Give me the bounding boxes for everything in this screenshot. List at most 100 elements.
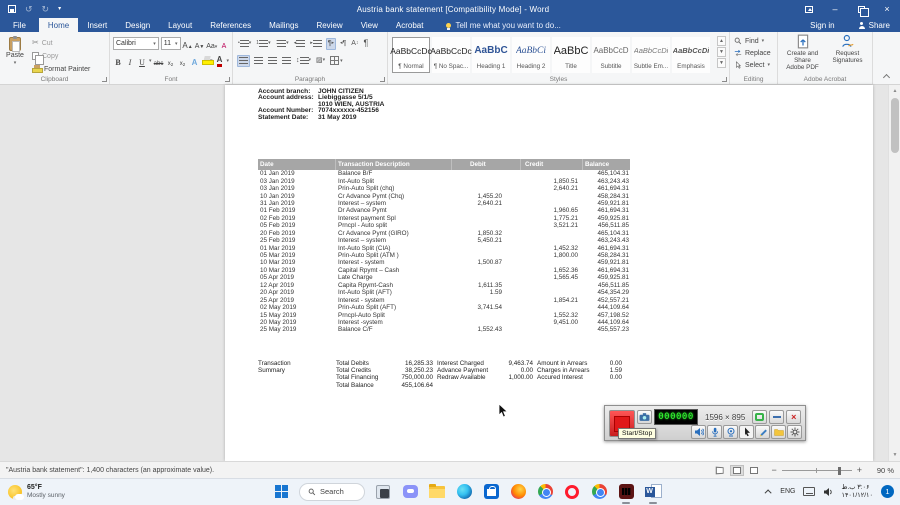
weather-widget[interactable]: 65°F Mostly sunny — [0, 484, 120, 500]
line-spacing-button[interactable]: ↕ ▾ — [295, 55, 312, 67]
read-mode-button[interactable] — [713, 465, 727, 476]
firefox-button[interactable] — [509, 483, 527, 501]
chat-button[interactable] — [401, 483, 419, 501]
text-highlight-button[interactable] — [201, 55, 215, 66]
shading-button[interactable]: ▨ ▾ — [315, 55, 326, 67]
zoom-slider-thumb[interactable] — [837, 466, 841, 475]
styles-scroll-down-icon[interactable]: ▼ — [717, 47, 726, 57]
align-center-button[interactable] — [253, 55, 264, 67]
text-effects-button[interactable]: A — [190, 54, 200, 67]
font-color-dropdown-icon[interactable]: ▾ — [226, 58, 229, 64]
show-marks-button[interactable]: ¶ — [362, 38, 369, 50]
cursor-capture-button[interactable] — [739, 425, 754, 439]
opera-button[interactable] — [563, 483, 581, 501]
superscript-button[interactable]: x2 — [178, 54, 188, 67]
copy-button[interactable]: Copy — [30, 50, 92, 65]
chrome-button[interactable] — [590, 483, 608, 501]
microsoft-store-button[interactable] — [482, 483, 500, 501]
format-painter-button[interactable]: Format Painter — [30, 63, 92, 75]
font-size-combo[interactable]: 11 ▾ — [160, 37, 181, 50]
zoom-slider[interactable] — [781, 466, 852, 475]
customize-quick-access-icon[interactable]: ▾ — [58, 6, 61, 12]
underline-dropdown-icon[interactable]: ▾ — [149, 58, 152, 64]
print-layout-button[interactable] — [730, 464, 745, 476]
italic-button[interactable]: I — [125, 54, 135, 67]
recorder-settings-button[interactable] — [787, 425, 802, 439]
style-card-subtle-em-[interactable]: AaBbCcDi Subtle Em... — [632, 37, 670, 73]
ribbon-display-options-icon[interactable] — [796, 0, 822, 18]
subscript-button[interactable]: x2 — [166, 54, 176, 67]
webcam-toggle-button[interactable] — [723, 425, 738, 439]
font-name-combo[interactable]: Calibri ▾ — [113, 37, 159, 50]
strikethrough-button[interactable]: abc — [154, 54, 164, 67]
notification-badge[interactable]: 1 — [881, 485, 894, 498]
style-card-title[interactable]: AaBbC Title — [552, 37, 590, 73]
multilevel-list-button[interactable]: ⁚▾ — [275, 38, 290, 50]
font-dialog-launcher-icon[interactable] — [225, 77, 230, 82]
scroll-up-icon[interactable]: ▲ — [889, 85, 900, 97]
scroll-down-icon[interactable]: ▼ — [889, 449, 900, 461]
select-button[interactable]: Select ▾ — [734, 59, 777, 71]
volume-icon[interactable] — [823, 487, 833, 497]
minimize-icon[interactable]: – — [822, 0, 848, 18]
save-icon[interactable] — [8, 5, 16, 13]
start-button[interactable] — [272, 483, 290, 501]
recorder-close-button[interactable]: × — [786, 410, 802, 424]
annotate-pencil-button[interactable] — [755, 425, 770, 439]
zoom-level[interactable]: 90 % — [870, 466, 894, 475]
clear-formatting-button[interactable]: A — [219, 37, 229, 50]
tab-review[interactable]: Review — [307, 18, 351, 32]
find-button[interactable]: Find ▾ — [734, 35, 777, 47]
microphone-toggle-button[interactable] — [707, 425, 722, 439]
style-card-heading-1[interactable]: AaBbC Heading 1 — [472, 37, 510, 73]
paste-dropdown-icon[interactable]: ▾ — [14, 60, 17, 66]
change-case-button[interactable]: Aa ▾ — [206, 37, 217, 50]
replace-button[interactable]: Replace — [734, 47, 777, 59]
edge-button[interactable] — [455, 483, 473, 501]
bullets-button[interactable]: •▾ — [237, 38, 252, 50]
justify-button[interactable] — [281, 55, 292, 67]
right-to-left-button[interactable]: ◂ ¶ — [339, 38, 347, 50]
tell-me-box[interactable]: Tell me what you want to do... — [446, 18, 561, 32]
collapse-ribbon-button[interactable] — [873, 32, 899, 84]
tab-acrobat[interactable]: Acrobat — [387, 18, 433, 32]
output-folder-button[interactable] — [771, 425, 786, 439]
styles-dialog-launcher-icon[interactable] — [722, 77, 727, 82]
restore-icon[interactable] — [848, 0, 874, 18]
style-card-subtitle[interactable]: AaBbCcD Subtitle — [592, 37, 630, 73]
tab-layout[interactable]: Layout — [159, 18, 201, 32]
recorder-app-button[interactable] — [617, 483, 635, 504]
zoom-in-icon[interactable]: + — [857, 465, 862, 475]
language-indicator[interactable]: ENG — [780, 488, 795, 495]
tab-references[interactable]: References — [201, 18, 260, 32]
decrease-indent-button[interactable]: ◂ — [293, 38, 307, 50]
redo-icon[interactable]: ↻ — [42, 4, 50, 14]
style-card--no-spac-[interactable]: AaBbCcDc ¶ No Spac... — [430, 37, 472, 73]
borders-button[interactable]: ▾ — [329, 55, 344, 67]
paragraph-dialog-launcher-icon[interactable] — [380, 77, 385, 82]
shrink-font-button[interactable]: A ▼ — [195, 37, 205, 50]
clipboard-dialog-launcher-icon[interactable] — [102, 77, 107, 82]
chromium-button[interactable] — [536, 483, 554, 501]
tab-insert[interactable]: Insert — [78, 18, 116, 32]
bold-button[interactable]: B — [113, 54, 123, 67]
task-view-button[interactable] — [374, 483, 392, 501]
grow-font-button[interactable]: A ▲ — [182, 37, 192, 50]
taskbar-search[interactable]: Search — [299, 482, 365, 501]
recorder-minimize-button[interactable] — [769, 410, 785, 424]
tab-design[interactable]: Design — [116, 18, 159, 32]
web-layout-button[interactable] — [747, 465, 761, 476]
scrollbar-thumb[interactable] — [891, 98, 899, 153]
close-icon[interactable]: × — [874, 0, 900, 18]
sort-button[interactable]: A ↕ — [350, 38, 359, 50]
cut-button[interactable]: ✂ Cut — [30, 37, 92, 49]
touch-keyboard-icon[interactable] — [803, 487, 816, 496]
styles-scroll-up-icon[interactable]: ▲ — [717, 36, 726, 46]
tab-home[interactable]: Home — [38, 18, 79, 32]
zoom-out-icon[interactable]: − — [771, 465, 776, 475]
tab-mailings[interactable]: Mailings — [260, 18, 307, 32]
align-right-button[interactable] — [267, 55, 278, 67]
style-card-emphasis[interactable]: AaBbCcDi Emphasis — [672, 37, 710, 73]
taskbar-clock[interactable]: ۳:۰۶ ب.ظ ۱۴۰۱/۱۲/۱۰ — [841, 484, 873, 499]
file-explorer-button[interactable] — [428, 483, 446, 501]
